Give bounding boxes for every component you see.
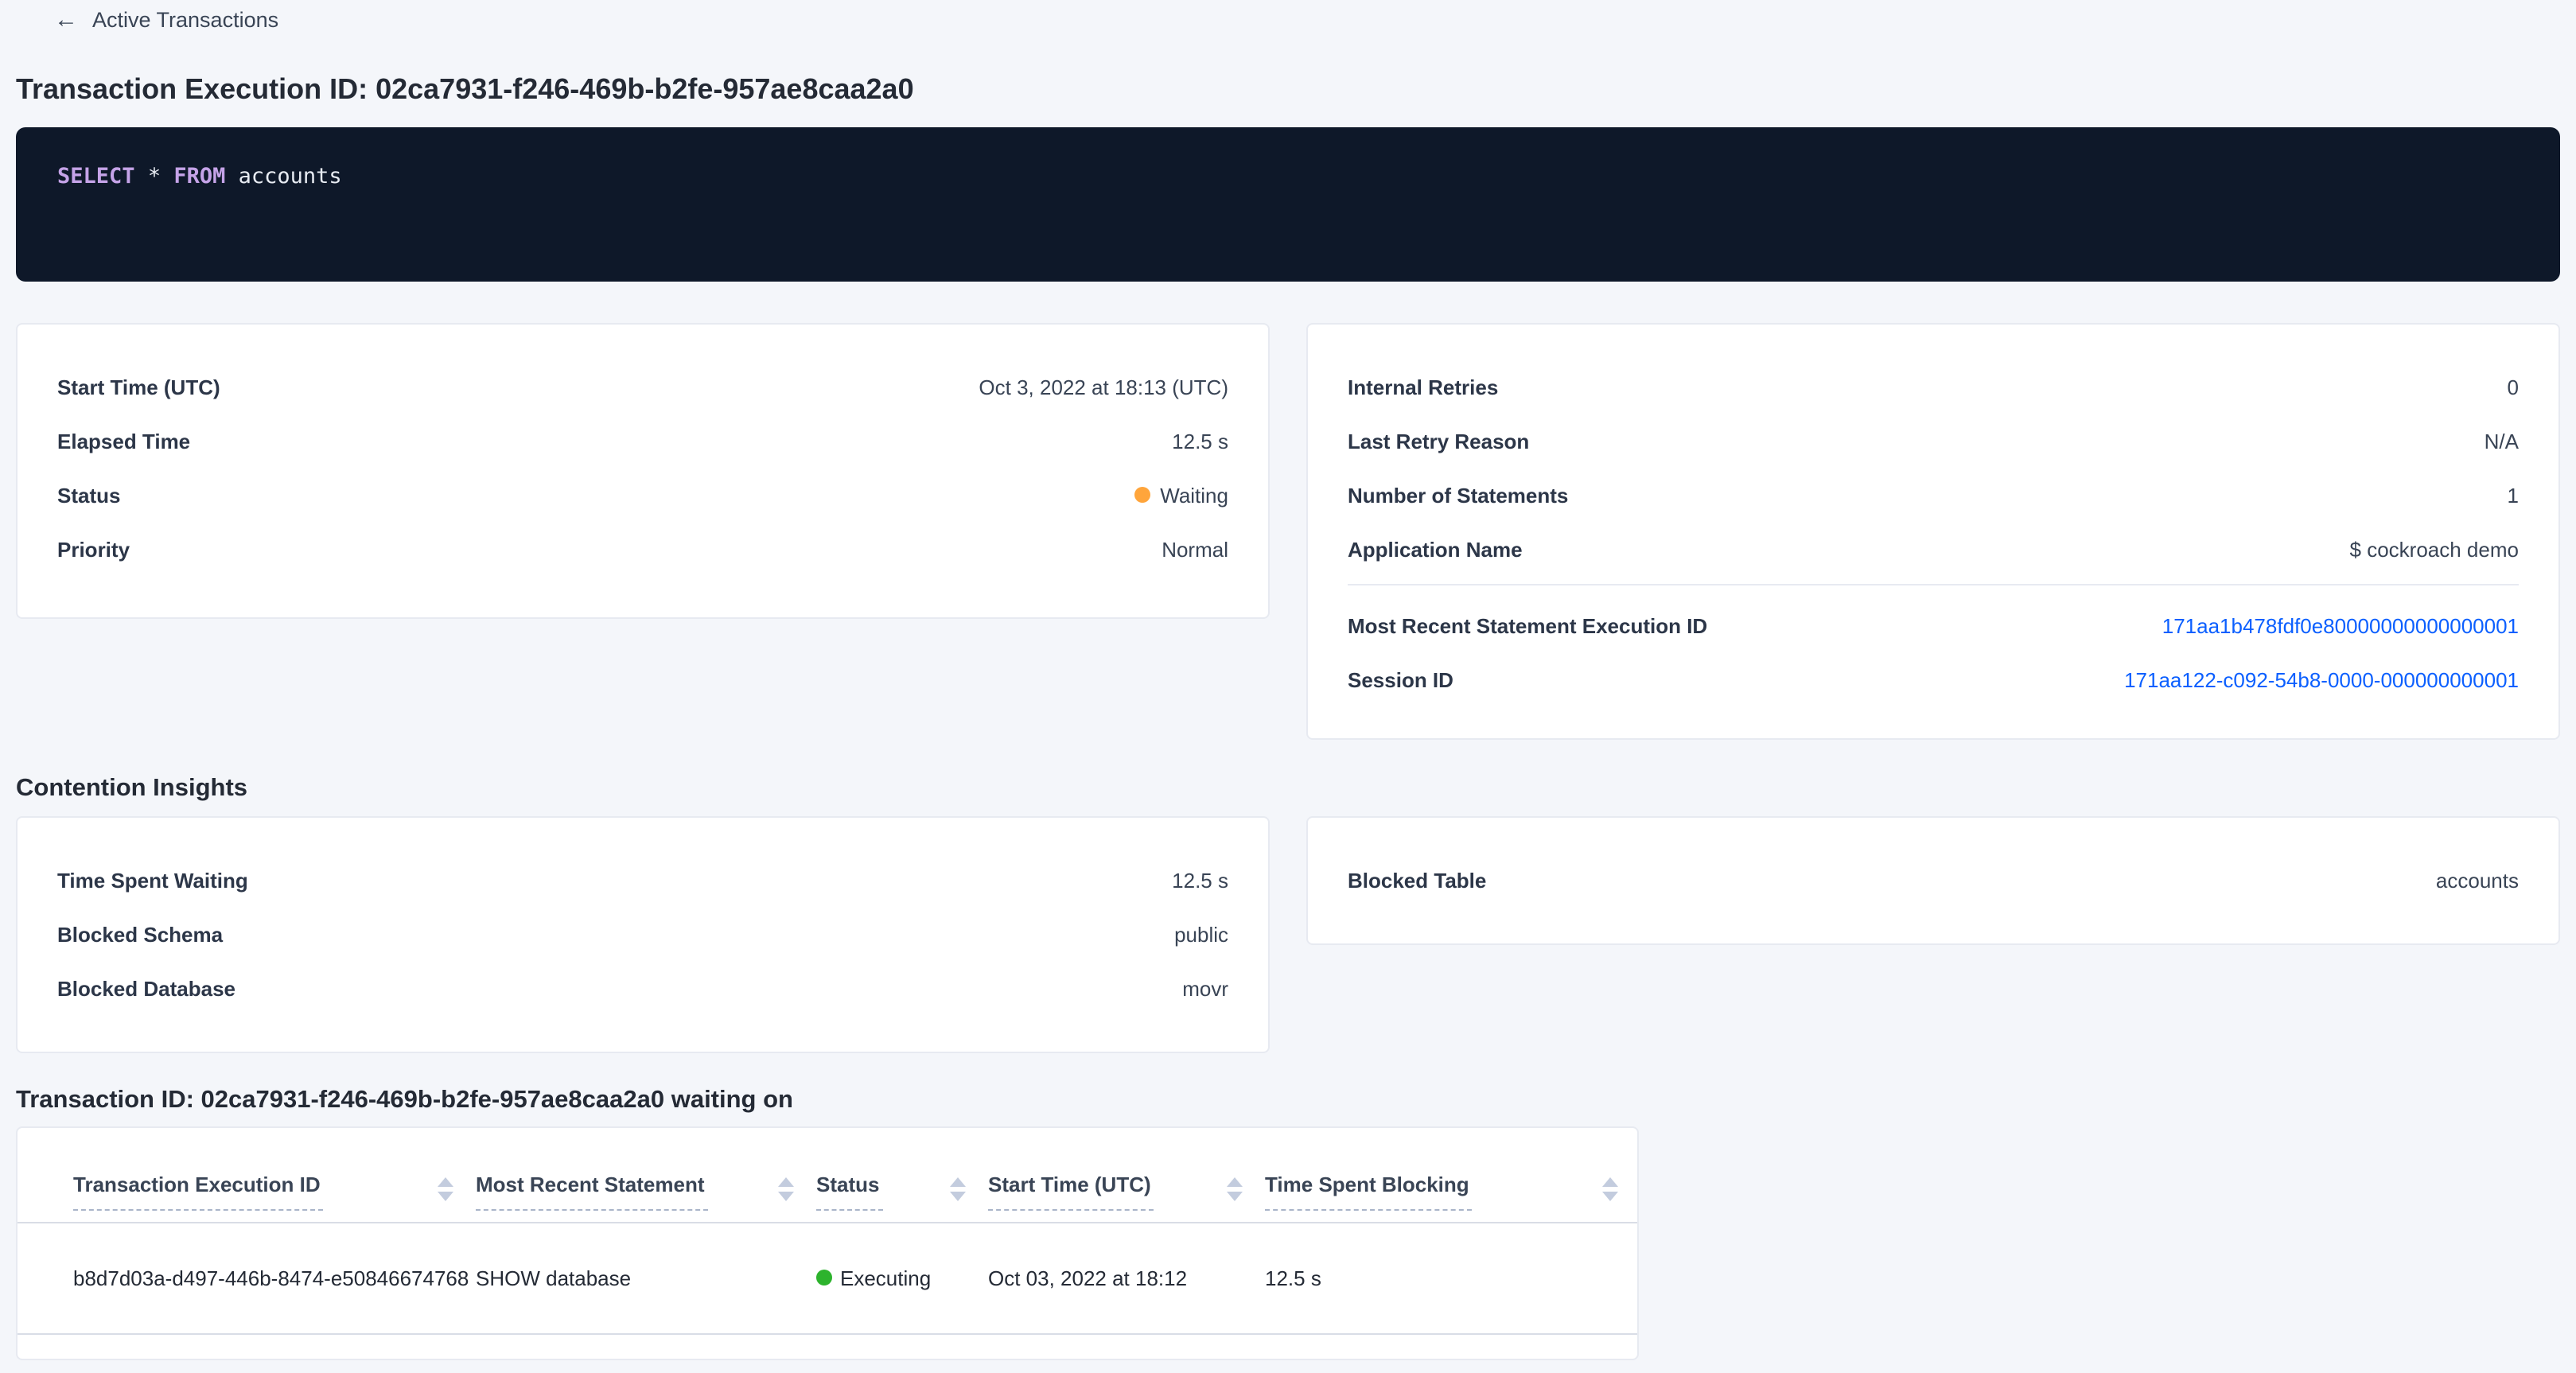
contention-right-card: Blocked Table accounts — [1306, 816, 2560, 945]
kv-label: Blocked Table — [1348, 868, 1486, 892]
status-value: Executing — [840, 1266, 931, 1289]
kv-label: Status — [57, 483, 120, 507]
kv-label: Internal Retries — [1348, 375, 1498, 399]
kv-label: Start Time (UTC) — [57, 375, 220, 399]
waiting-on-heading: Transaction ID: 02ca7931-f246-469b-b2fe-… — [16, 1087, 2560, 1115]
column-header-start-time[interactable]: Start Time (UTC) — [988, 1128, 1265, 1222]
kv-label: Time Spent Waiting — [57, 868, 248, 892]
kv-row-internal-retries: Internal Retries 0 — [1348, 372, 2519, 401]
kv-value: 0 — [2508, 375, 2519, 399]
card-divider — [1348, 584, 2519, 585]
cell-time-spent-blocking: 12.5 s — [1265, 1222, 1639, 1333]
overview-cards-row: Start Time (UTC) Oct 3, 2022 at 18:13 (U… — [16, 323, 2560, 740]
status-executing-dot-icon — [816, 1270, 832, 1285]
statement-execution-id-link[interactable]: 171aa1b478fdf0e80000000000000001 — [2162, 613, 2519, 637]
kv-row-statement-execution-id: Most Recent Statement Execution ID 171aa… — [1348, 611, 2519, 640]
transaction-details-card: Internal Retries 0 Last Retry Reason N/A… — [1306, 323, 2560, 740]
kv-row-blocked-database: Blocked Database movr — [57, 974, 1228, 1002]
column-header-time-spent-blocking[interactable]: Time Spent Blocking — [1265, 1128, 1639, 1222]
kv-row-blocked-table: Blocked Table accounts — [1348, 865, 2519, 894]
kv-label: Priority — [57, 537, 130, 561]
contention-cards-row: Time Spent Waiting 12.5 s Blocked Schema… — [16, 816, 2560, 1053]
kv-row-session-id: Session ID 171aa122-c092-54b8-0000-00000… — [1348, 665, 2519, 694]
kv-value: Oct 3, 2022 at 18:13 (UTC) — [979, 375, 1228, 399]
cell-transaction-execution-id: b8d7d03a-d497-446b-8474-e50846674768 — [18, 1222, 476, 1333]
waiting-on-table: Transaction Execution ID Most Recent Sta… — [18, 1128, 1639, 1334]
kv-label: Blocked Schema — [57, 922, 223, 946]
table-header-row: Transaction Execution ID Most Recent Sta… — [18, 1128, 1639, 1222]
status-badge: Executing — [816, 1266, 975, 1289]
transaction-summary-card: Start Time (UTC) Oct 3, 2022 at 18:13 (U… — [16, 323, 1270, 619]
sort-icon[interactable] — [438, 1177, 453, 1201]
kv-value: 12.5 s — [1172, 429, 1228, 453]
sort-icon[interactable] — [778, 1177, 794, 1201]
sort-icon[interactable] — [1602, 1177, 1618, 1201]
column-label[interactable]: Status — [816, 1173, 882, 1211]
kv-label: Number of Statements — [1348, 483, 1568, 507]
kv-row-priority: Priority Normal — [57, 535, 1228, 563]
column-header-status[interactable]: Status — [816, 1128, 988, 1222]
back-link-label: Active Transactions — [92, 8, 278, 32]
cell-status: Executing — [816, 1222, 988, 1333]
arrow-left-icon: ← — [54, 8, 78, 32]
kv-label: Last Retry Reason — [1348, 429, 1529, 453]
kv-value: public — [1174, 922, 1228, 946]
sql-text: accounts — [225, 164, 341, 189]
waiting-on-table-card: Transaction Execution ID Most Recent Sta… — [16, 1126, 1639, 1360]
kv-label: Most Recent Statement Execution ID — [1348, 613, 1707, 637]
kv-row-number-of-statements: Number of Statements 1 — [1348, 480, 2519, 509]
kv-value: 1 — [2508, 483, 2519, 507]
status-waiting-dot-icon — [1134, 487, 1150, 503]
column-label[interactable]: Start Time (UTC) — [988, 1173, 1154, 1211]
back-link[interactable]: ← Active Transactions — [54, 8, 278, 32]
column-label[interactable]: Transaction Execution ID — [73, 1173, 324, 1211]
kv-label: Elapsed Time — [57, 429, 190, 453]
kv-row-application-name: Application Name $ cockroach demo — [1348, 535, 2519, 563]
status-badge: Waiting — [1134, 483, 1228, 507]
column-label[interactable]: Time Spent Blocking — [1265, 1173, 1473, 1211]
status-value: Waiting — [1160, 483, 1228, 507]
kv-value: N/A — [2485, 429, 2519, 453]
sort-icon[interactable] — [1227, 1177, 1243, 1201]
contention-left-card: Time Spent Waiting 12.5 s Blocked Schema… — [16, 816, 1270, 1053]
cell-start-time: Oct 03, 2022 at 18:12 — [988, 1222, 1265, 1333]
column-header-most-recent-statement[interactable]: Most Recent Statement — [476, 1128, 816, 1222]
table-row: b8d7d03a-d497-446b-8474-e50846674768 SHO… — [18, 1222, 1639, 1333]
cell-most-recent-statement: SHOW database — [476, 1222, 816, 1333]
transaction-details-page: ← Active Transactions Transaction Execut… — [0, 8, 2576, 1360]
column-label[interactable]: Most Recent Statement — [476, 1173, 708, 1211]
kv-row-start-time: Start Time (UTC) Oct 3, 2022 at 18:13 (U… — [57, 372, 1228, 401]
sql-text: * — [135, 164, 174, 189]
page-title: Transaction Execution ID: 02ca7931-f246-… — [16, 73, 2560, 107]
kv-value: movr — [1182, 976, 1228, 1000]
sql-statement-box: SELECT * FROM accounts — [16, 127, 2560, 282]
column-header-transaction-execution-id[interactable]: Transaction Execution ID — [18, 1128, 476, 1222]
kv-label: Session ID — [1348, 667, 1453, 691]
kv-label: Application Name — [1348, 537, 1523, 561]
sql-statement: SELECT * FROM accounts — [57, 162, 2519, 191]
kv-value: 12.5 s — [1172, 868, 1228, 892]
sql-keyword: SELECT — [57, 164, 135, 189]
kv-row-blocked-schema: Blocked Schema public — [57, 920, 1228, 948]
contention-insights-heading: Contention Insights — [16, 775, 2560, 803]
kv-value: Normal — [1162, 537, 1228, 561]
sql-keyword: FROM — [173, 164, 225, 189]
kv-label: Blocked Database — [57, 976, 235, 1000]
kv-row-status: Status Waiting — [57, 480, 1228, 509]
session-id-link[interactable]: 171aa122-c092-54b8-0000-000000000001 — [2124, 667, 2519, 691]
kv-value: $ cockroach demo — [2350, 537, 2519, 561]
kv-row-elapsed-time: Elapsed Time 12.5 s — [57, 426, 1228, 455]
kv-value: accounts — [2436, 868, 2519, 892]
sort-icon[interactable] — [950, 1177, 966, 1201]
kv-row-last-retry-reason: Last Retry Reason N/A — [1348, 426, 2519, 455]
kv-row-time-spent-waiting: Time Spent Waiting 12.5 s — [57, 865, 1228, 894]
